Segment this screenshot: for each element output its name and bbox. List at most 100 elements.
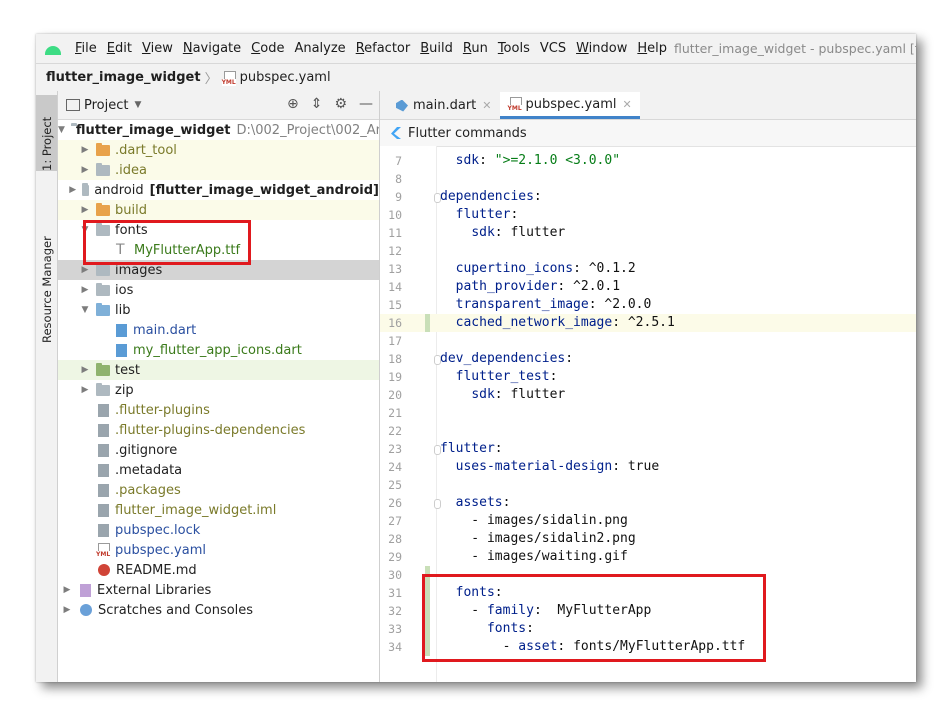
tab-main-dart[interactable]: main.dart ✕ — [388, 92, 500, 119]
menu-navigate[interactable]: Navigate — [183, 41, 241, 56]
tree-item[interactable]: README.md — [58, 560, 379, 580]
menu-analyze[interactable]: Analyze — [294, 41, 345, 56]
tree-item[interactable]: flutter_image_widget.iml — [58, 500, 379, 520]
menu-window[interactable]: Window — [576, 41, 627, 56]
code-line: 9 dependencies: — [380, 188, 916, 206]
expand-down-icon[interactable]: ▼ — [80, 225, 90, 235]
gear-icon[interactable]: ⚙ — [334, 96, 347, 112]
tree-item[interactable]: ▼ flutter_image_widget D:\002_Project\002_… — [58, 120, 379, 140]
tree-item[interactable]: my_flutter_app_icons.dart — [58, 340, 379, 360]
code-text: sdk: flutter — [471, 387, 566, 402]
menu-view[interactable]: View — [142, 41, 173, 56]
code-line: 31 fonts: — [380, 584, 916, 602]
tree-item[interactable]: ▶ Scratches and Consoles — [58, 600, 379, 620]
code-line: 29 - images/waiting.gif — [380, 548, 916, 566]
folder-icon — [96, 262, 110, 276]
code-line: 18 dev_dependencies: — [380, 350, 916, 368]
close-icon[interactable]: ✕ — [622, 98, 631, 111]
expand-right-icon[interactable]: ▶ — [80, 145, 90, 155]
tree-item[interactable]: ▶ android [flutter_image_widget_android] — [58, 180, 379, 200]
close-icon[interactable]: ✕ — [482, 99, 491, 112]
code-line: 10 flutter: — [380, 206, 916, 224]
tree-item-label: .idea — [115, 162, 147, 178]
project-view-icon — [66, 99, 80, 111]
library-icon — [80, 583, 91, 597]
code-editor[interactable]: 7 sdk: ">=2.1.0 <3.0.0" 8 9 dependencies: 10… — [380, 146, 916, 682]
code-line: 26 assets: — [380, 494, 916, 512]
project-view-title[interactable]: Project — [84, 98, 128, 113]
expand-down-icon[interactable]: ▼ — [80, 305, 90, 315]
expand-right-icon[interactable]: ▶ — [62, 585, 72, 595]
tree-item[interactable]: ▶ .dart_tool — [58, 140, 379, 160]
tree-item[interactable]: ▶ .idea — [58, 160, 379, 180]
chevron-down-icon[interactable]: ▼ — [134, 100, 141, 110]
tree-item[interactable]: .flutter-plugins — [58, 400, 379, 420]
expand-right-icon[interactable]: ▶ — [80, 165, 90, 175]
menu-build[interactable]: Build — [420, 41, 453, 56]
code-line: 7 sdk: ">=2.1.0 <3.0.0" — [380, 152, 916, 170]
line-number: 31 — [388, 586, 402, 600]
tree-item[interactable]: ▼ lib — [58, 300, 379, 320]
code-text: cupertino_icons: ^0.1.2 — [455, 261, 636, 276]
menu-tools[interactable]: Tools — [498, 41, 530, 56]
breadcrumb-file[interactable]: pubspec.yaml — [240, 70, 331, 85]
collapse-all-icon[interactable]: ⇕ — [311, 96, 323, 112]
minimize-icon[interactable]: — — [359, 96, 373, 112]
expand-right-icon[interactable]: ▶ — [80, 365, 90, 375]
tree-item[interactable]: main.dart — [58, 320, 379, 340]
expand-right-icon[interactable]: ▶ — [62, 605, 72, 615]
tree-item[interactable]: ▶ ios — [58, 280, 379, 300]
chevron-right-icon: 〉 — [204, 72, 218, 87]
tree-item-label: .metadata — [115, 462, 183, 478]
expand-right-icon[interactable]: ▶ — [69, 185, 76, 195]
tree-item[interactable]: ▶ zip — [58, 380, 379, 400]
tree-item[interactable]: .gitignore — [58, 440, 379, 460]
menu-refactor[interactable]: Refactor — [356, 41, 411, 56]
tree-item[interactable]: ▼ fonts — [58, 220, 379, 240]
tree-item[interactable]: .flutter-plugins-dependencies — [58, 420, 379, 440]
menu-edit[interactable]: Edit — [107, 41, 132, 56]
flutter-commands-link[interactable]: Flutter commands — [408, 126, 527, 141]
breadcrumb-project[interactable]: flutter_image_widget — [46, 70, 201, 85]
menu-file[interactable]: File — [75, 41, 97, 56]
menu-code[interactable]: Code — [251, 41, 284, 56]
locate-icon[interactable]: ⊕ — [287, 96, 299, 112]
tree-item[interactable]: ▶ images — [58, 260, 379, 280]
tree-item[interactable]: pubspec.lock — [58, 520, 379, 540]
menu-help[interactable]: Help — [637, 41, 667, 56]
expand-right-icon[interactable]: ▶ — [80, 265, 90, 275]
tab-pubspec-yaml[interactable]: pubspec.yaml ✕ — [499, 92, 640, 119]
code-text: - asset: fonts/MyFlutterApp.ttf — [440, 639, 746, 654]
tree-item[interactable]: T MyFlutterApp.ttf — [58, 240, 379, 260]
fold-marker-icon[interactable] — [434, 499, 441, 509]
menu-run[interactable]: Run — [463, 41, 488, 56]
tree-item[interactable]: .metadata — [58, 460, 379, 480]
tree-item-label: test — [115, 362, 140, 378]
line-number: 13 — [388, 262, 402, 276]
fold-marker-icon[interactable] — [434, 193, 441, 203]
expand-right-icon[interactable]: ▶ — [80, 385, 90, 395]
file-icon — [98, 443, 109, 457]
tree-item-label: pubspec.lock — [115, 522, 201, 538]
tree-item[interactable]: pubspec.yaml — [58, 540, 379, 560]
tree-item[interactable]: ▶ test — [58, 360, 379, 380]
menu-vcs[interactable]: VCS — [540, 41, 566, 56]
expand-right-icon[interactable]: ▶ — [80, 285, 90, 295]
fold-marker-icon[interactable] — [434, 355, 441, 365]
resource-manager-tab[interactable]: Resource Manager — [36, 183, 57, 343]
flutter-icon — [391, 127, 401, 139]
fold-marker-icon[interactable] — [434, 445, 441, 455]
project-tool-tab[interactable]: 1: Project — [36, 95, 57, 171]
tree-item[interactable]: .packages — [58, 480, 379, 500]
project-toolbar: ⊕ ⇕ ⚙ — — [287, 96, 373, 112]
code-text: fonts: — [455, 585, 503, 600]
expand-down-icon[interactable]: ▼ — [58, 125, 65, 135]
tree-item[interactable]: ▶ build — [58, 200, 379, 220]
tree-item[interactable]: ▶ External Libraries — [58, 580, 379, 600]
project-tool-label: 1: Project — [39, 116, 54, 171]
line-number: 30 — [388, 568, 402, 582]
tree-item-label: .dart_tool — [115, 142, 177, 158]
tab-label: main.dart — [413, 98, 477, 113]
expand-right-icon[interactable]: ▶ — [80, 205, 90, 215]
code-line: 22 — [380, 422, 916, 440]
